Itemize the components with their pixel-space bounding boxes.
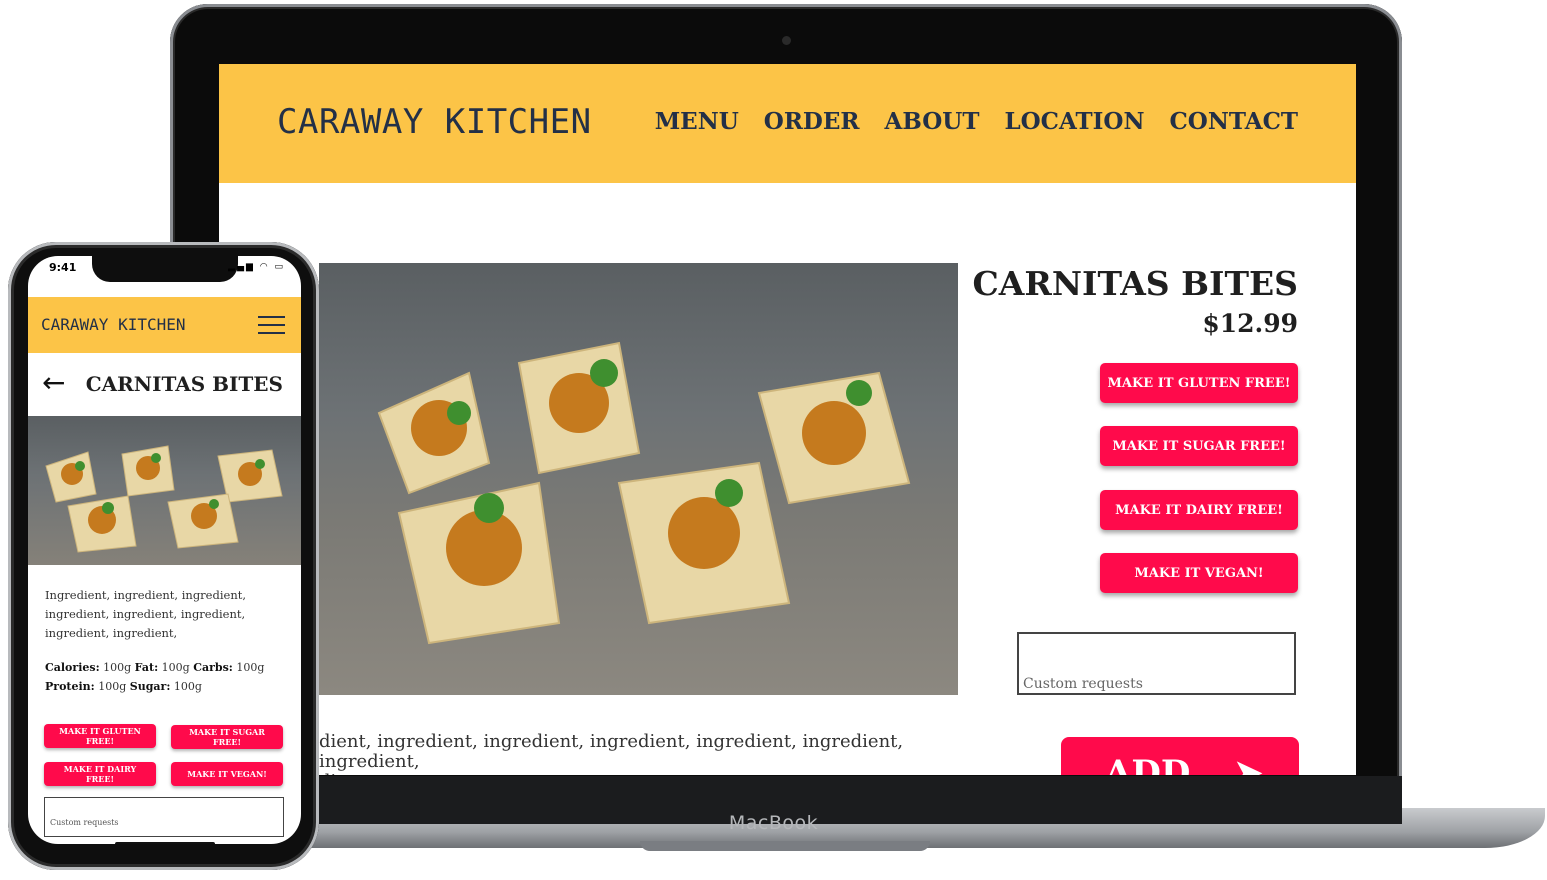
mobile-product-image xyxy=(28,416,301,565)
carbs-label: Carbs: xyxy=(193,661,233,674)
main-nav: MENU ORDER ABOUT LOCATION CONTACT xyxy=(655,108,1298,135)
sugar-value: 100g xyxy=(173,680,202,693)
hamburger-menu-icon[interactable] xyxy=(258,316,285,334)
vegan-button[interactable]: MAKE IT VEGAN! xyxy=(1100,553,1298,593)
fat-value: 100g xyxy=(161,661,190,674)
site-header: CARAWAY KITCHEN MENU ORDER ABOUT LOCATIO… xyxy=(219,64,1356,183)
status-time: 9:41 xyxy=(49,261,77,274)
product-price: $12.99 xyxy=(1202,309,1298,338)
protein-label: Protein: xyxy=(45,680,95,693)
arrow-left-icon[interactable]: ← xyxy=(42,368,65,398)
mobile-vegan-button[interactable]: MAKE IT VEGAN! xyxy=(171,762,283,786)
nav-location[interactable]: LOCATION xyxy=(1004,108,1144,135)
mobile-brand-logo[interactable]: CARAWAY KITCHEN xyxy=(41,315,186,334)
mobile-custom-requests-field[interactable]: Custom requests xyxy=(44,797,284,837)
mobile-dairy-free-button[interactable]: MAKE IT DAIRY FREE! xyxy=(44,762,156,786)
send-arrow-icon: ➤ xyxy=(1234,753,1263,775)
custom-requests-field[interactable]: Custom requests xyxy=(1017,632,1296,695)
nav-menu[interactable]: MENU xyxy=(655,108,739,135)
mobile-gluten-free-button[interactable]: MAKE IT GLUTEN FREE! xyxy=(44,724,156,748)
nav-about[interactable]: ABOUT xyxy=(885,108,980,135)
brand-logo[interactable]: CARAWAY KITCHEN xyxy=(277,102,592,142)
add-to-cart-button[interactable]: ADD ➤ xyxy=(1061,737,1299,775)
laptop-notch xyxy=(640,841,930,851)
nutrition-facts: Calories: 100g Fat: 100g Carbs: 100g Pro… xyxy=(45,658,290,696)
camera-icon xyxy=(782,36,791,45)
nav-order[interactable]: ORDER xyxy=(764,108,860,135)
mobile-ingredients-text: Ingredient, ingredient, ingredient, ingr… xyxy=(45,588,247,640)
mobile-product-title: CARNITAS BITES xyxy=(85,372,283,396)
status-icons: ▂▄▆ ◠ ▭ xyxy=(228,262,285,272)
product-title: CARNITAS BITES xyxy=(972,264,1298,303)
calories-label: Calories: xyxy=(45,661,100,674)
fat-label: Fat: xyxy=(134,661,159,674)
desktop-screen: CARAWAY KITCHEN MENU ORDER ABOUT LOCATIO… xyxy=(219,64,1356,775)
product-image xyxy=(319,263,958,695)
sugar-label: Sugar: xyxy=(129,680,171,693)
mobile-header: CARAWAY KITCHEN xyxy=(28,297,301,353)
mobile-sugar-free-button[interactable]: MAKE IT SUGAR FREE! xyxy=(171,725,283,749)
phone-notch xyxy=(92,256,238,282)
mobile-screen: 9:41 ▂▄▆ ◠ ▭ CARAWAY KITCHEN ← CARNITAS … xyxy=(28,256,301,844)
add-label: ADD xyxy=(1105,753,1191,775)
ingredients-text: dient, ingredient, ingredient, ingredien… xyxy=(319,732,904,775)
carbs-value: 100g xyxy=(236,661,265,674)
calories-value: 100g xyxy=(103,661,132,674)
sugar-free-button[interactable]: MAKE IT SUGAR FREE! xyxy=(1100,426,1298,466)
gluten-free-button[interactable]: MAKE IT GLUTEN FREE! xyxy=(1100,363,1298,403)
dairy-free-button[interactable]: MAKE IT DAIRY FREE! xyxy=(1100,490,1298,530)
home-indicator xyxy=(115,842,215,844)
nav-contact[interactable]: CONTACT xyxy=(1170,108,1299,135)
protein-value: 100g xyxy=(98,680,127,693)
